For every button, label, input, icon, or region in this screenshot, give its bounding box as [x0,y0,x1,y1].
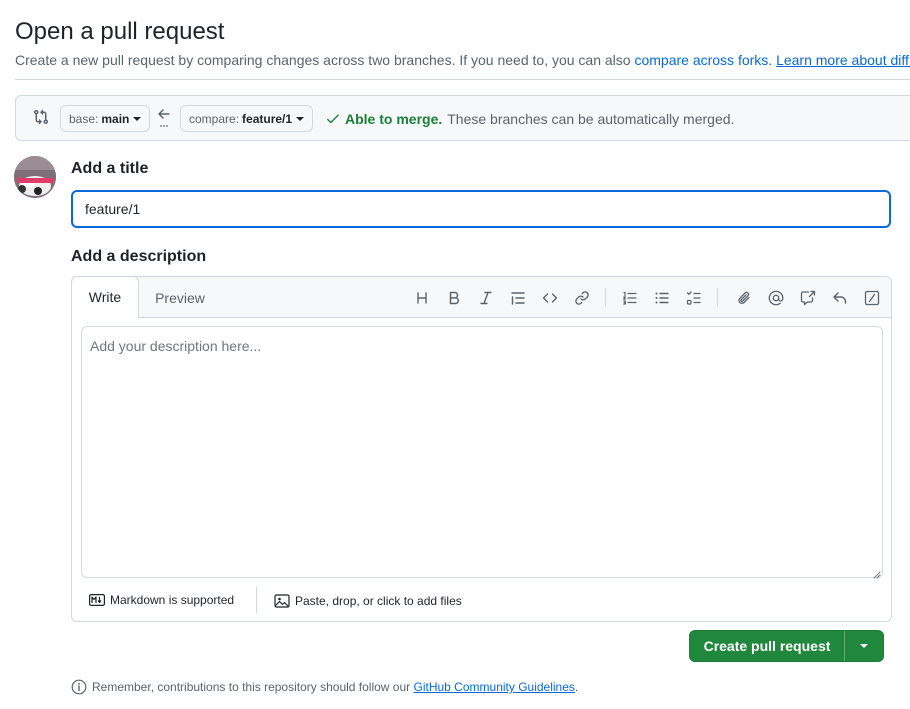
tab-write[interactable]: Write [71,276,139,318]
mention-icon[interactable] [767,289,785,307]
compare-across-forks-link[interactable]: compare across forks. [634,52,772,68]
description-textarea[interactable] [81,326,883,578]
tab-preview[interactable]: Preview [154,277,206,318]
learn-more-diff-link[interactable]: Learn more about diff comparisons here. [776,52,910,68]
compare-prefix: compare: [189,111,240,126]
check-icon [327,114,339,124]
reply-icon[interactable] [831,289,849,307]
compare-branch-name: feature/1 [242,111,293,126]
unordered-list-icon[interactable] [653,289,671,307]
markdown-note: Markdown is supported [110,593,235,607]
create-pull-request-button-group: Create pull request [689,630,884,662]
resize-handle-icon[interactable] [871,566,881,579]
page-title: Open a pull request [15,18,225,45]
merge-status: Able to merge. These branches can be aut… [326,111,734,127]
chevron-down-icon [133,116,142,121]
task-list-icon[interactable] [685,289,703,307]
page-subtitle: Create a new pull request by comparing c… [15,52,910,68]
quote-icon[interactable] [509,289,527,307]
chevron-down-icon [860,644,868,648]
files-note: Paste, drop, or click to add files [295,594,462,608]
arrow-left-icon [156,107,172,129]
create-pull-request-button[interactable]: Create pull request [690,631,844,661]
notice-period: . [574,680,579,694]
info-icon [71,679,87,695]
heading-icon[interactable] [413,289,431,307]
markdown-supported-link[interactable]: Markdown is supported [89,593,234,607]
description-label: Add a description [71,248,207,265]
notice-text: Remember, contributions to this reposito… [92,680,411,694]
base-branch-name: main [101,111,130,126]
community-guidelines-link[interactable]: GitHub Community Guidelines [414,680,575,694]
link-icon[interactable] [573,289,591,307]
description-editor: Write Preview Markdown is supported Past… [71,276,892,622]
compare-branch-button[interactable]: compare: feature/1 [180,105,314,132]
attach-icon[interactable] [735,289,753,307]
footer-divider [256,587,257,613]
merge-status-detail: These branches can be automatically merg… [447,111,735,127]
header-divider [15,79,910,80]
git-compare-icon [33,109,49,125]
slash-commands-icon[interactable] [863,289,881,307]
branch-compare-bar: base: main compare: feature/1 Able to me… [15,95,910,141]
code-icon[interactable] [541,289,559,307]
create-options-dropdown[interactable] [845,631,883,661]
title-input[interactable] [71,190,891,228]
add-files-button[interactable]: Paste, drop, or click to add files [274,593,462,609]
toolbar-divider [717,288,718,307]
italic-icon[interactable] [477,289,495,307]
bold-icon[interactable] [445,289,463,307]
merge-status-ok: Able to merge. [345,111,443,127]
numbered-list-icon[interactable] [621,289,639,307]
base-prefix: base: [69,111,99,126]
cross-reference-icon[interactable] [799,289,817,307]
markdown-icon [89,594,105,606]
image-icon [274,594,290,608]
base-branch-button[interactable]: base: main [60,105,151,132]
editor-footer: Markdown is supported Paste, drop, or cl… [72,585,891,621]
subtitle-text: Create a new pull request by comparing c… [15,52,631,68]
title-label: Add a title [71,160,149,177]
toolbar-divider [605,288,606,307]
contribution-notice: Remember, contributions to this reposito… [71,679,578,695]
chevron-down-icon [296,116,305,121]
editor-header: Write Preview [71,276,891,318]
avatar[interactable] [14,156,56,198]
